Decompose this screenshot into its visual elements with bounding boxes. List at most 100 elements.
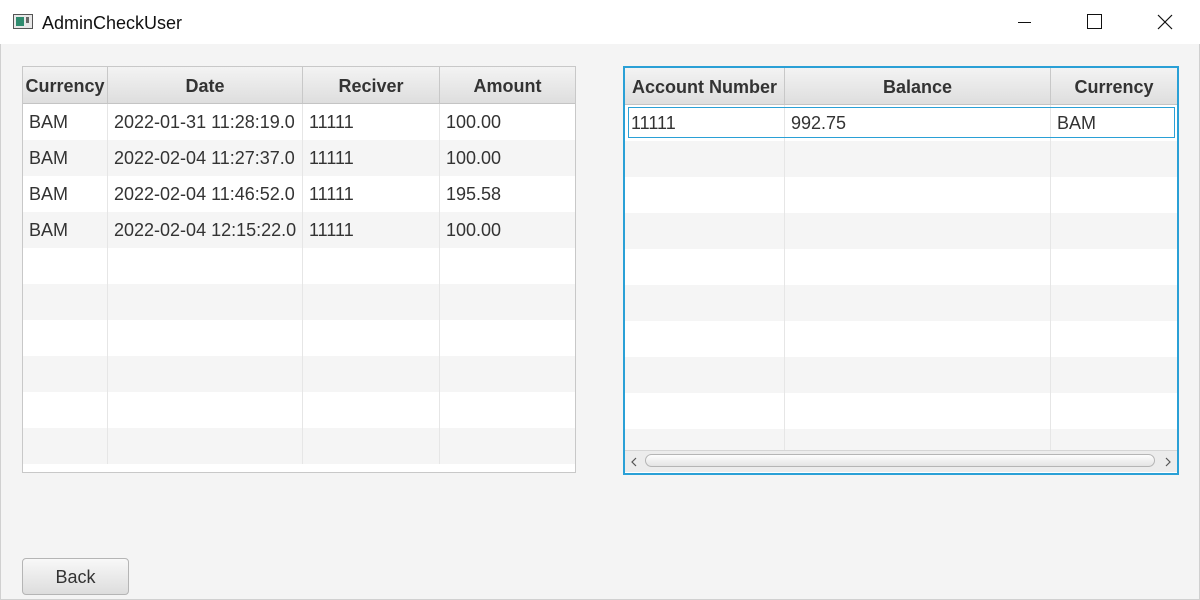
empty-table-row[interactable] [23,248,575,284]
table-cell: BAM [1057,113,1097,133]
empty-table-row[interactable] [625,321,1177,357]
table-cell [1051,393,1177,429]
empty-table-row[interactable] [23,356,575,392]
close-button[interactable] [1142,0,1188,44]
table-cell [440,284,575,320]
empty-table-row[interactable] [625,141,1177,177]
empty-table-row[interactable] [625,177,1177,213]
scroll-right-arrow-icon[interactable] [1161,455,1175,469]
table-row[interactable]: BAM 2022-01-31 11:28:19.0 11111 100.00 [23,104,575,140]
table-row[interactable]: BAM 2022-02-04 12:15:22.0 11111 100.00 [23,212,575,248]
maximize-icon [1087,14,1102,29]
table-cell: BAM [23,176,108,212]
table-cell [23,392,108,428]
table-cell [785,177,1051,213]
table-cell [785,285,1051,321]
table-cell [108,428,303,464]
accounts-table-body: 11111 992.75 BAM [625,105,1177,465]
title-bar: AdminCheckUser [0,0,1200,44]
column-header-receiver[interactable]: Reciver [303,67,440,103]
table-cell [785,249,1051,285]
table-row[interactable]: BAM 2022-02-04 11:27:37.0 11111 100.00 [23,140,575,176]
transactions-table-header: Currency Date Reciver Amount [23,67,575,104]
table-cell [785,357,1051,393]
table-cell [625,393,785,429]
table-cell [1051,213,1177,249]
table-cell: 2022-02-04 11:27:37.0 [108,140,303,176]
table-cell [108,356,303,392]
transactions-table[interactable]: Currency Date Reciver Amount BAM 2022-01-… [22,66,576,473]
column-header-currency[interactable]: Currency [23,67,108,103]
column-header-amount[interactable]: Amount [440,67,575,103]
table-cell [785,141,1051,177]
table-cell: 11111 [303,212,440,248]
accounts-table-header: Account Number Balance Currency [625,68,1177,105]
table-cell [1051,141,1177,177]
table-cell: BAM [23,212,108,248]
table-cell [1051,321,1177,357]
table-cell [440,392,575,428]
table-cell [303,284,440,320]
table-cell [108,284,303,320]
empty-table-row[interactable] [625,249,1177,285]
table-cell [108,248,303,284]
java-app-icon [13,14,33,29]
table-cell [303,428,440,464]
table-cell: 100.00 [446,148,502,168]
back-button[interactable]: Back [22,558,129,595]
table-cell [108,392,303,428]
table-cell [23,248,108,284]
table-cell [108,320,303,356]
table-cell: 992.75 [785,105,1051,141]
window-title: AdminCheckUser [42,13,183,33]
table-cell [625,213,785,249]
table-cell: 11111 [303,104,440,140]
empty-table-row[interactable] [23,320,575,356]
empty-table-row[interactable] [625,393,1177,429]
empty-table-row[interactable] [625,213,1177,249]
accounts-table[interactable]: Account Number Balance Currency 11111 992… [623,66,1179,475]
transactions-table-body: BAM 2022-01-31 11:28:19.0 11111 100.00 BAM 20… [23,104,575,464]
scrollbar-thumb[interactable] [645,454,1155,467]
column-header-date[interactable]: Date [108,67,303,103]
table-cell: 2022-02-04 11:46:52.0 [108,176,303,212]
close-icon [1157,14,1173,30]
table-cell: 100.00 [446,220,502,240]
table-cell [440,248,575,284]
empty-table-row[interactable] [23,428,575,464]
empty-table-row[interactable] [625,357,1177,393]
table-cell: BAM [23,140,108,176]
table-cell [625,141,785,177]
minimize-button[interactable] [1002,0,1048,44]
minimize-icon [1018,22,1031,23]
empty-table-row[interactable] [23,284,575,320]
empty-table-row[interactable] [23,392,575,428]
table-cell: 100.00 [446,112,502,132]
table-cell [440,320,575,356]
table-cell [303,248,440,284]
empty-table-row[interactable] [625,285,1177,321]
table-row[interactable]: BAM 2022-02-04 11:46:52.0 11111 195.58 [23,176,575,212]
table-cell [625,285,785,321]
table-cell [1051,177,1177,213]
column-header-account-number[interactable]: Account Number [625,68,785,104]
table-cell [625,177,785,213]
table-cell [785,213,1051,249]
table-cell [625,357,785,393]
table-cell: 195.58 [446,184,502,204]
scroll-left-arrow-icon[interactable] [627,455,641,469]
table-row[interactable]: 11111 992.75 BAM [625,105,1177,141]
column-header-currency[interactable]: Currency [1051,68,1177,104]
table-cell [23,284,108,320]
table-cell [23,320,108,356]
horizontal-scrollbar[interactable] [625,450,1177,472]
table-cell [1051,249,1177,285]
column-header-balance[interactable]: Balance [785,68,1051,104]
table-cell [785,321,1051,357]
table-cell [303,356,440,392]
table-cell [23,428,108,464]
table-cell [1051,285,1177,321]
maximize-button[interactable] [1072,0,1118,44]
table-cell [1051,357,1177,393]
table-cell [785,393,1051,429]
